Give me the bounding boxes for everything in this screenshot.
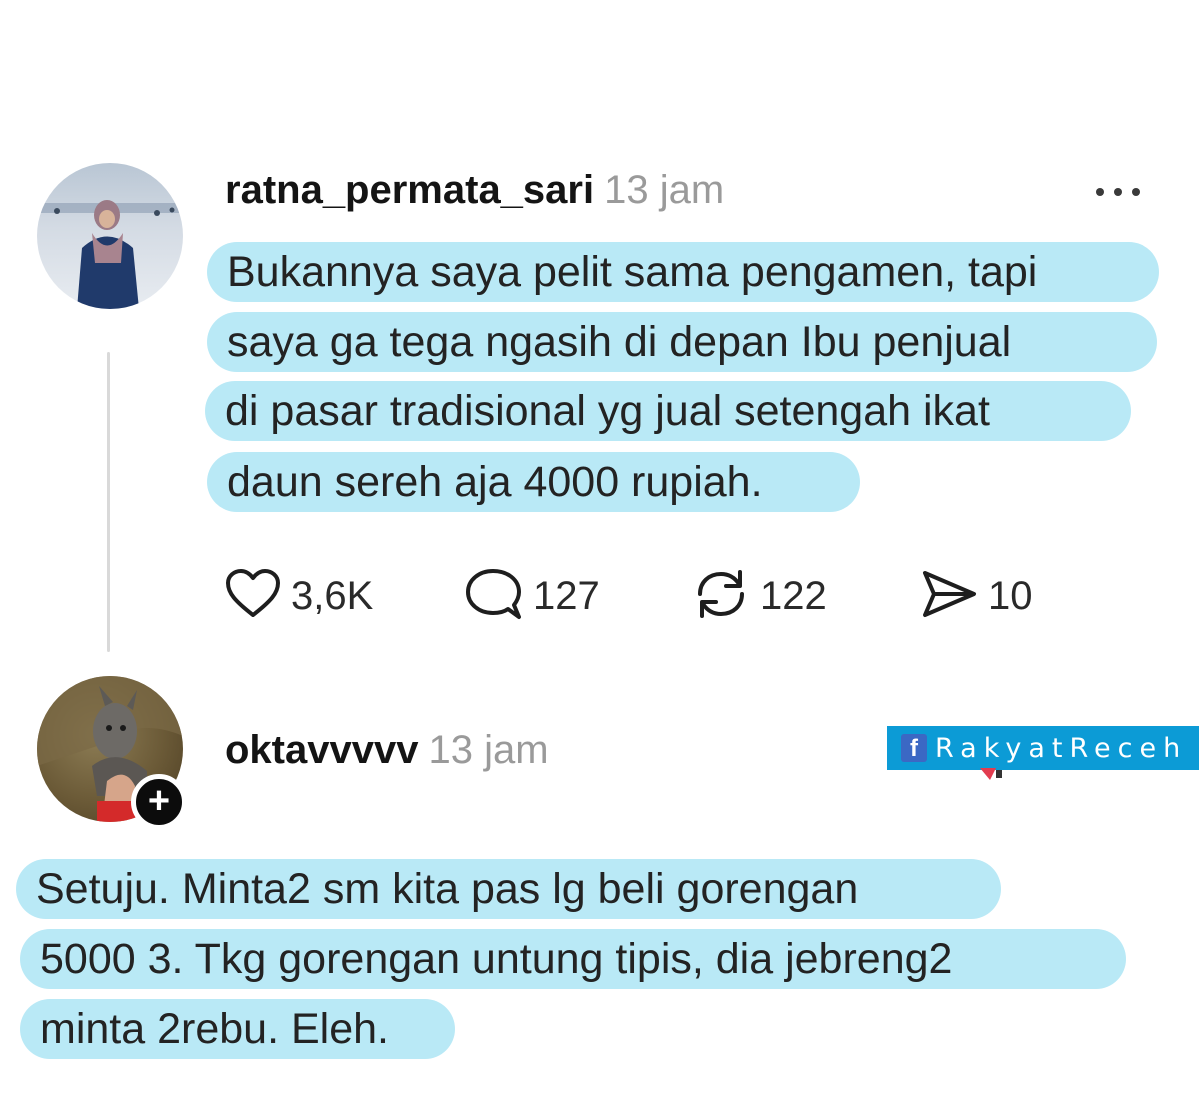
- follow-plus-button[interactable]: +: [131, 774, 187, 830]
- like-count: 3,6K: [291, 573, 374, 618]
- more-horizontal-icon[interactable]: [1094, 182, 1142, 207]
- watermark-banner: f RakyatReceh: [887, 726, 1199, 770]
- reply-text-line: Setuju. Minta2 sm kita pas lg beli goren…: [16, 859, 1001, 919]
- heart-reaction-icon: [976, 766, 1006, 789]
- reply-text-line: minta 2rebu. Eleh.: [20, 999, 455, 1059]
- post-text-line: daun sereh aja 4000 rupiah.: [207, 452, 860, 512]
- post-text-line: Bukannya saya pelit sama pengamen, tapi: [207, 242, 1159, 302]
- post-timestamp: 13 jam: [604, 168, 725, 212]
- comment-count: 127: [533, 573, 600, 618]
- thread-connector-line: [107, 352, 110, 652]
- repost-button[interactable]: 122: [692, 568, 827, 624]
- repost-count: 122: [760, 573, 827, 618]
- repost-icon: [692, 566, 750, 627]
- like-button[interactable]: 3,6K: [225, 568, 373, 624]
- send-icon: [920, 568, 978, 625]
- post-text-line: di pasar tradisional yg jual setengah ik…: [205, 381, 1131, 441]
- comment-bubble-icon: [463, 567, 523, 626]
- post-username[interactable]: ratna_permata_sari: [225, 168, 594, 212]
- post-text-line: saya ga tega ngasih di depan Ibu penjual: [207, 312, 1157, 372]
- share-count: 10: [988, 573, 1033, 618]
- reply-username[interactable]: oktavvvvv: [225, 728, 418, 772]
- comment-button[interactable]: 127: [463, 568, 600, 624]
- heart-icon: [225, 568, 281, 624]
- reply-text-line: 5000 3. Tkg gorengan untung tipis, dia j…: [20, 929, 1126, 989]
- share-button[interactable]: 10: [920, 568, 1033, 624]
- watermark-text: RakyatReceh: [935, 732, 1188, 764]
- avatar-ratna[interactable]: [37, 163, 183, 309]
- reply-timestamp: 13 jam: [428, 728, 549, 772]
- reply-header: oktavvvvv 13 jam: [225, 728, 549, 773]
- facebook-icon: f: [901, 734, 927, 762]
- post-header: ratna_permata_sari 13 jam: [225, 168, 724, 213]
